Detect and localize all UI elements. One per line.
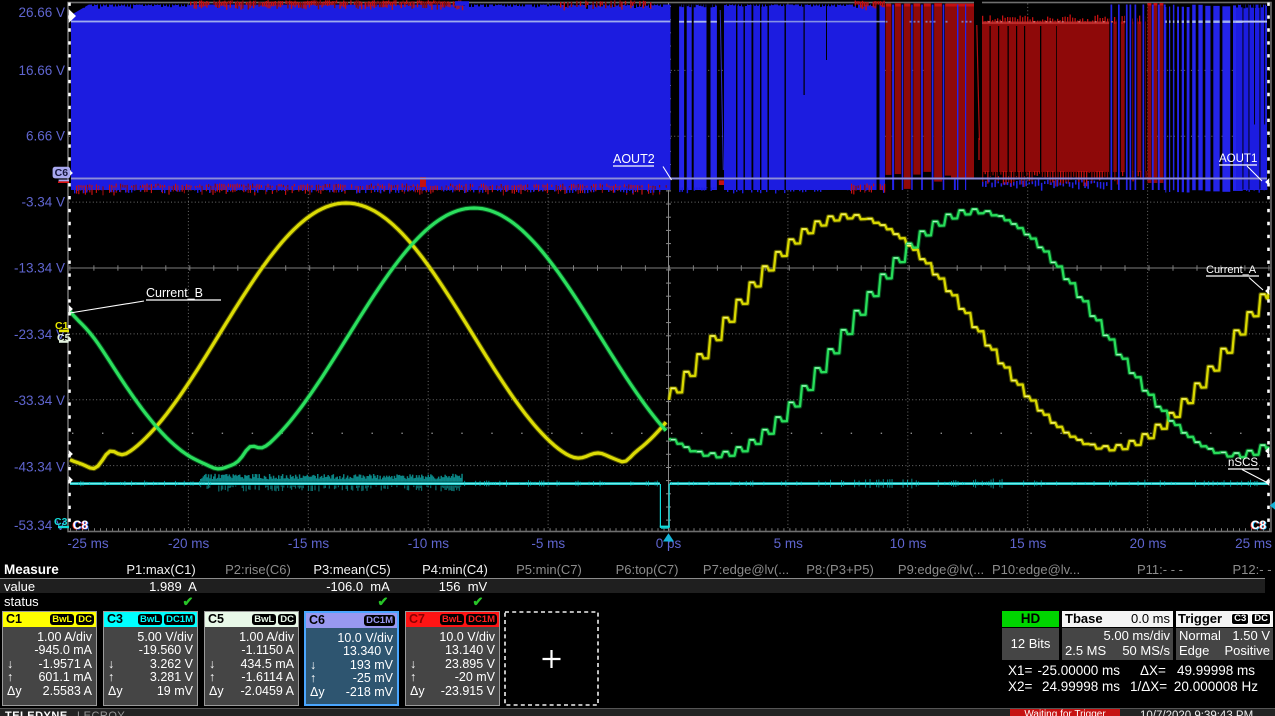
svg-text:C8: C8 xyxy=(73,518,89,532)
svg-text:6.66 V: 6.66 V xyxy=(26,129,65,144)
svg-text:26.66 V: 26.66 V xyxy=(18,5,65,20)
svg-text:-3.34 V: -3.34 V xyxy=(21,195,65,210)
svg-text:C8: C8 xyxy=(1251,518,1267,532)
svg-text:5 ms: 5 ms xyxy=(774,536,804,551)
svg-text:16.66 V: 16.66 V xyxy=(18,63,65,78)
svg-text:Current_B: Current_B xyxy=(146,286,203,300)
svg-text:10 ms: 10 ms xyxy=(890,536,927,551)
svg-text:15 ms: 15 ms xyxy=(1010,536,1047,551)
svg-text:Current_A: Current_A xyxy=(1206,264,1257,276)
svg-text:C6: C6 xyxy=(55,167,69,179)
svg-text:nSCS: nSCS xyxy=(1228,457,1258,469)
svg-text:-13.34 V: -13.34 V xyxy=(14,261,65,276)
svg-text:-33.34 V: -33.34 V xyxy=(14,393,65,408)
svg-text:-25 ms: -25 ms xyxy=(67,536,109,551)
svg-text:-43.34 V: -43.34 V xyxy=(14,460,65,475)
svg-text:25 ms: 25 ms xyxy=(1235,536,1272,551)
svg-text:AOUT1: AOUT1 xyxy=(1219,153,1257,165)
svg-text:-10 ms: -10 ms xyxy=(408,536,450,551)
svg-text:AOUT2: AOUT2 xyxy=(613,152,655,166)
svg-text:-15 ms: -15 ms xyxy=(288,536,330,551)
svg-text:20 ms: 20 ms xyxy=(1130,536,1167,551)
svg-text:-5 ms: -5 ms xyxy=(531,536,565,551)
svg-text:-20 ms: -20 ms xyxy=(168,536,210,551)
